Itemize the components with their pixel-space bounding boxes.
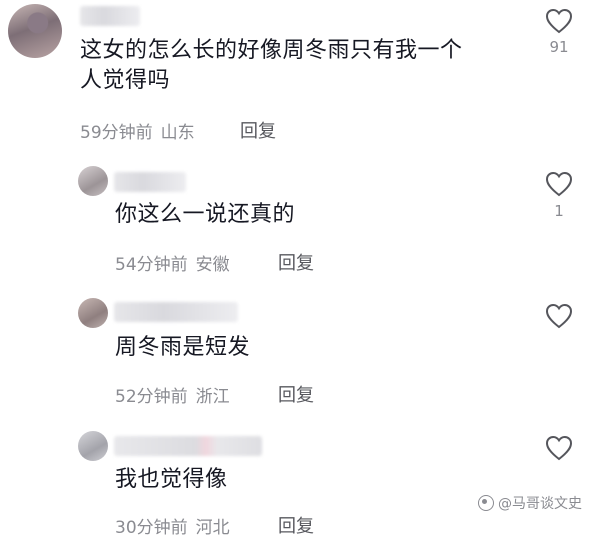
like-count: 91 <box>549 38 569 56</box>
like-count: 1 <box>554 202 564 220</box>
comment-meta: 52分钟前 浙江 <box>115 382 230 407</box>
watermark: @马哥谈文史 <box>474 491 586 515</box>
reply-button[interactable]: 回复 <box>278 381 314 407</box>
watermark-text: @马哥谈文史 <box>498 496 582 512</box>
comment-text: 周冬雨是短发 <box>115 335 251 360</box>
username-blurred[interactable] <box>114 436 262 456</box>
comment-location: 山东 <box>160 123 195 143</box>
like-button[interactable] <box>541 8 577 34</box>
username-blurred[interactable] <box>114 172 186 192</box>
comment-meta: 59分钟前 山东 <box>80 118 195 143</box>
username-blurred[interactable] <box>114 302 238 322</box>
like-button[interactable] <box>541 303 577 329</box>
reply-button[interactable]: 回复 <box>278 249 314 275</box>
heart-outline-icon <box>545 303 573 329</box>
heart-outline-icon <box>545 171 573 197</box>
heart-outline-icon <box>545 435 573 461</box>
comment-location: 浙江 <box>195 387 230 407</box>
comment-text-line: 这女的怎么长的好像周冬雨只有我一个 <box>80 38 463 63</box>
comment-meta: 54分钟前 安徽 <box>115 250 230 275</box>
comment-time: 52分钟前 <box>115 387 188 407</box>
comment-location: 安徽 <box>195 255 230 275</box>
comment-text: 你这么一说还真的 <box>115 202 296 227</box>
comment-time: 54分钟前 <box>115 255 188 275</box>
username-blurred[interactable] <box>80 6 140 26</box>
heart-outline-icon <box>545 8 573 34</box>
comment-text: 我也觉得像 <box>115 467 228 492</box>
avatar[interactable] <box>78 166 108 196</box>
reply-button[interactable]: 回复 <box>278 512 314 538</box>
comment-location: 河北 <box>195 518 230 538</box>
reply-button[interactable]: 回复 <box>240 117 276 143</box>
comment-text: 这女的怎么长的好像周冬雨只有我一个 人觉得吗 <box>80 36 540 96</box>
comment-time: 59分钟前 <box>80 123 153 143</box>
like-button[interactable] <box>541 435 577 461</box>
comment-meta: 30分钟前 河北 <box>115 513 230 538</box>
comment-time: 30分钟前 <box>115 518 188 538</box>
avatar[interactable] <box>8 4 62 58</box>
avatar[interactable] <box>78 431 108 461</box>
avatar[interactable] <box>78 298 108 328</box>
comment-text-line: 人觉得吗 <box>80 68 171 93</box>
watermark-logo-icon <box>478 495 494 511</box>
like-button[interactable] <box>541 171 577 197</box>
